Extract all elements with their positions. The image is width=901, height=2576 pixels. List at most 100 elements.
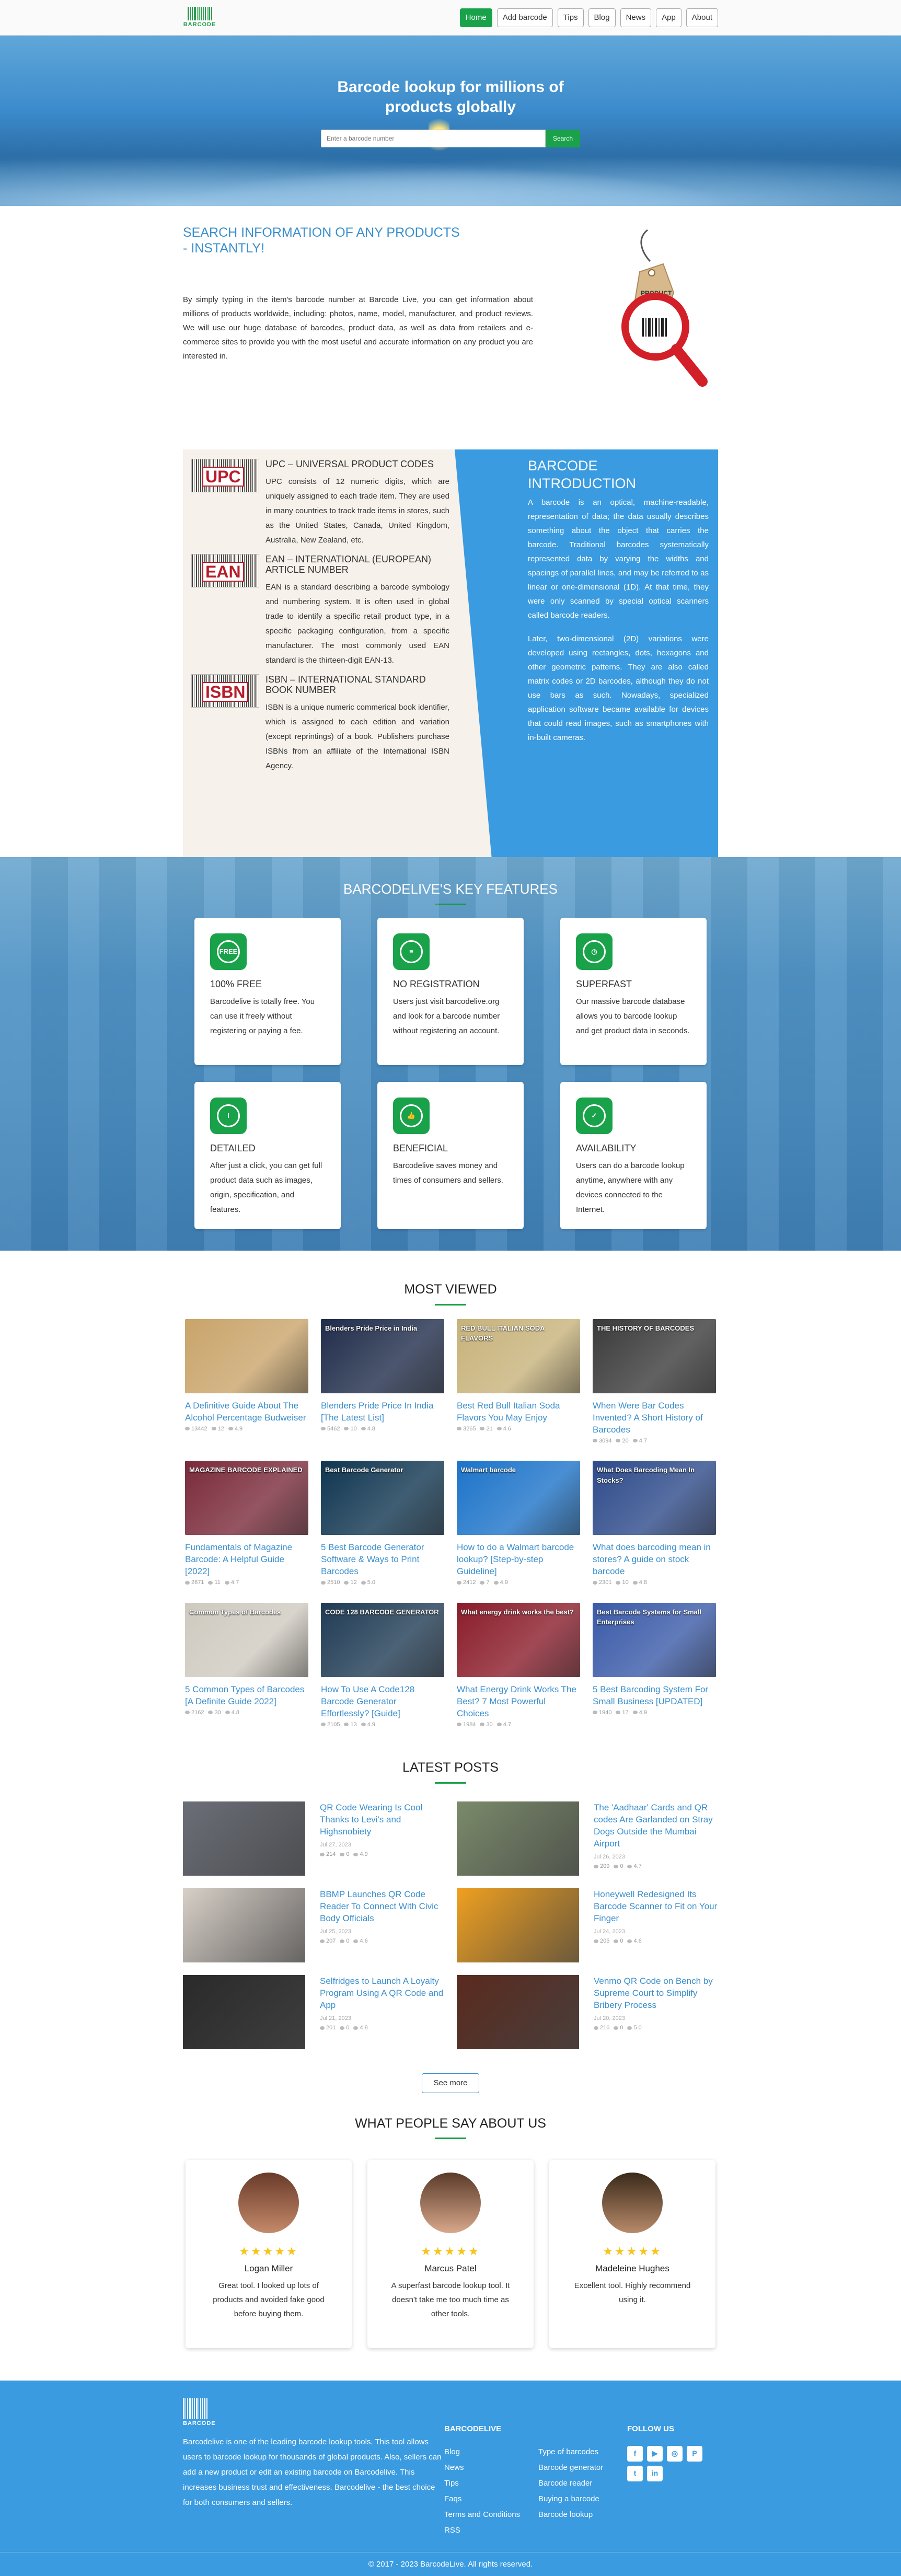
post-title-link[interactable]: When Were Bar Codes Invented? A Short Hi… [593, 1400, 716, 1436]
footer-link[interactable]: Type of barcodes [538, 2446, 622, 2458]
post-title-link[interactable]: 5 Best Barcode Generator Software & Ways… [321, 1541, 444, 1577]
features-section: BARCODELIVE'S KEY FEATURES FREE 100% FREE… [0, 857, 901, 1251]
comment-icon [480, 1580, 485, 1585]
testimonials-title: WHAT PEOPLE SAY ABOUT US [355, 2116, 546, 2131]
nav-add-barcode[interactable]: Add barcode [496, 8, 553, 28]
post-meta: 209 0 4.7 [594, 1862, 718, 1871]
follow-us-title: FOLLOW US [627, 2424, 674, 2433]
views-count: 2301 [593, 1578, 611, 1587]
footer-logo[interactable]: BARCODE [183, 2398, 216, 2428]
search-button[interactable]: Search [545, 130, 581, 147]
post-title-link[interactable]: Honeywell Redesigned Its Barcode Scanner… [594, 1888, 718, 1924]
post-title-link[interactable]: BBMP Launches QR Code Reader To Connect … [320, 1888, 444, 1924]
post-title-link[interactable]: Fundamentals of Magazine Barcode: A Help… [185, 1541, 308, 1577]
ean-logo-icon: EAN [191, 554, 259, 587]
post-thumbnail[interactable]: MAGAZINE BARCODE EXPLAINED [185, 1461, 308, 1535]
hero-title: Barcode lookup for millions of products … [337, 78, 564, 115]
intro-section: SEARCH INFORMATION OF ANY PRODUCTS - INS… [0, 206, 901, 429]
post-thumbnail[interactable] [183, 1888, 305, 1962]
footer-link[interactable]: Barcode lookup [538, 2509, 622, 2521]
footer-link[interactable]: RSS [444, 2524, 538, 2537]
eye-icon [457, 1427, 461, 1431]
post-thumbnail[interactable]: Blenders Pride Price in India [321, 1319, 444, 1393]
post-thumbnail[interactable] [185, 1319, 308, 1393]
site-logo[interactable]: BARCODE [183, 6, 216, 29]
post-thumbnail[interactable] [183, 1974, 305, 2049]
star-rating-icon: ★★★★★ [421, 2245, 480, 2258]
feature-card: ◷ SUPERFAST Our massive barcode database a… [560, 918, 707, 1065]
post-date: Jul 21, 2023 [320, 2015, 351, 2021]
isbn-logo-icon: ISBN [191, 674, 259, 708]
footer-link[interactable]: Buying a barcode [538, 2493, 622, 2505]
post-title-link[interactable]: How To Use A Code128 Barcode Generator E… [321, 1683, 444, 1719]
youtube-icon[interactable]: ▶ [647, 2445, 663, 2462]
post-thumbnail[interactable]: THE HISTORY OF BARCODES [593, 1319, 716, 1393]
comments-count: 10 [616, 1578, 629, 1587]
facebook-icon[interactable]: f [627, 2445, 643, 2462]
post-title-link[interactable]: What does barcoding mean in stores? A gu… [593, 1541, 716, 1577]
most-viewed-item: CODE 128 BARCODE GENERATOR How To Use A C… [321, 1602, 444, 1729]
post-thumbnail[interactable]: CODE 128 BARCODE GENERATOR [321, 1602, 444, 1677]
star-icon [627, 1939, 632, 1943]
comment-icon [616, 1439, 621, 1443]
footer-link[interactable]: Barcode reader [538, 2477, 622, 2490]
footer-link[interactable]: Tips [444, 2477, 538, 2490]
post-thumbnail[interactable]: What energy drink works the best? [457, 1602, 580, 1677]
rating: 4.6 [627, 1937, 642, 1946]
post-thumbnail[interactable]: Walmart barcode [457, 1461, 580, 1535]
post-title-link[interactable]: Blenders Pride Price In India [The Lates… [321, 1400, 444, 1424]
footer-link[interactable]: Faqs [444, 2493, 538, 2505]
barcode-search-input[interactable] [320, 130, 546, 147]
post-thumbnail[interactable]: Best Barcode Systems for Small Enterpris… [593, 1602, 716, 1677]
post-title-link[interactable]: QR Code Wearing Is Cool Thanks to Levi's… [320, 1801, 444, 1838]
linkedin-icon[interactable]: in [647, 2465, 663, 2481]
post-title-link[interactable]: 5 Best Barcoding System For Small Busine… [593, 1683, 716, 1707]
post-thumbnail[interactable] [183, 1801, 305, 1876]
post-thumbnail[interactable]: RED BULL ITALIAN SODA FLAVORS [457, 1319, 580, 1393]
post-thumbnail[interactable]: What Does Barcoding Mean In Stocks? [593, 1461, 716, 1535]
post-title-link[interactable]: Venmo QR Code on Bench by Supreme Court … [594, 1975, 718, 2011]
post-thumbnail[interactable] [457, 1801, 579, 1876]
post-thumbnail[interactable] [457, 1888, 579, 1962]
reviewer-name: Marcus Patel [424, 2263, 477, 2273]
most-viewed-item: A Definitive Guide About The Alcohol Per… [185, 1319, 308, 1446]
footer-link[interactable]: News [444, 2462, 538, 2474]
post-title-link[interactable]: How to do a Walmart barcode lookup? [Ste… [457, 1541, 580, 1577]
post-title-link[interactable]: The 'Aadhaar' Cards and QR codes Are Gar… [594, 1801, 718, 1850]
latest-post-item: BBMP Launches QR Code Reader To Connect … [183, 1888, 444, 1962]
views-count: 216 [594, 2024, 609, 2032]
post-thumbnail[interactable] [457, 1974, 579, 2049]
post-title-link[interactable]: What Energy Drink Works The Best? 7 Most… [457, 1683, 580, 1719]
post-thumbnail[interactable]: Common Types of Barcodes [185, 1602, 308, 1677]
post-title-link[interactable]: A Definitive Guide About The Alcohol Per… [185, 1400, 308, 1424]
post-title-link[interactable]: 5 Common Types of Barcodes [A Definite G… [185, 1683, 308, 1707]
avatar [602, 2173, 663, 2233]
nav-tips[interactable]: Tips [557, 8, 584, 28]
see-more-button[interactable]: See more [422, 2073, 479, 2093]
nav-about[interactable]: About [686, 8, 718, 28]
post-meta: 2671 11 4.7 [185, 1578, 308, 1587]
nav-app[interactable]: App [656, 8, 681, 28]
rating: 4.8 [353, 2024, 368, 2032]
post-title-link[interactable]: Best Red Bull Italian Soda Flavors You M… [457, 1400, 580, 1424]
rating: 4.6 [353, 1937, 368, 1946]
pinterest-icon[interactable]: P [687, 2445, 702, 2462]
latest-posts-title: LATEST POSTS [402, 1760, 499, 1775]
twitter-icon[interactable]: t [627, 2465, 643, 2481]
nav-news[interactable]: News [620, 8, 652, 28]
nav-blog[interactable]: Blog [588, 8, 616, 28]
post-thumbnail[interactable]: Best Barcode Generator [321, 1461, 444, 1535]
feature-card: i DETAILED After just a click, you can get… [194, 1082, 341, 1229]
post-title-link[interactable]: Selfridges to Launch A Loyalty Program U… [320, 1975, 444, 2011]
post-meta: 1984 30 4.7 [457, 1720, 580, 1729]
footer-link[interactable]: Barcode generator [538, 2462, 622, 2474]
post-date: Jul 20, 2023 [594, 2015, 625, 2021]
most-viewed-item: What Does Barcoding Mean In Stocks? What … [593, 1461, 716, 1587]
footer-link[interactable]: Terms and Conditions [444, 2509, 538, 2521]
star-icon [353, 1939, 359, 1943]
instagram-icon[interactable]: ◎ [667, 2445, 683, 2462]
star-icon [353, 2026, 359, 2030]
nav-home[interactable]: Home [459, 8, 492, 28]
footer-link[interactable]: Blog [444, 2446, 538, 2458]
most-viewed-item: THE HISTORY OF BARCODES When Were Bar Cod… [593, 1319, 716, 1446]
